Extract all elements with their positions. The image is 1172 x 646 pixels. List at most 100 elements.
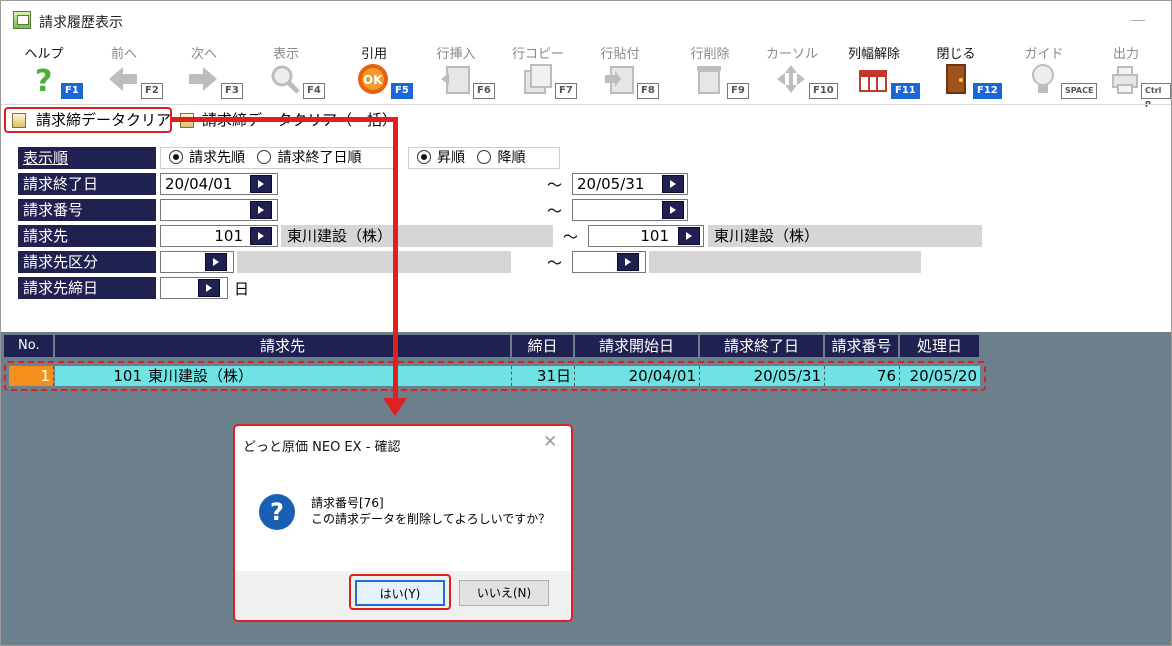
dialog-message-line1: 請求番号[76] <box>311 496 384 510</box>
reset-column-width-button[interactable]: 列幅解除 F11 <box>839 39 920 103</box>
app-icon <box>13 11 31 29</box>
f9-key: F9 <box>727 83 749 99</box>
division-from-search-button[interactable] <box>205 253 227 271</box>
cursor-button[interactable]: カーソル F10 <box>757 39 838 103</box>
view-button[interactable]: 表示 F4 <box>251 39 331 103</box>
copy-row-label: 行コピー <box>511 47 564 62</box>
copy-row-button[interactable]: 行コピー F7 <box>503 39 583 103</box>
f1-key: F1 <box>61 83 83 99</box>
cursor-label: カーソル <box>765 47 818 62</box>
order-option-desc[interactable]: 降順 <box>469 150 525 166</box>
prev-button[interactable]: 前へ F2 <box>89 39 169 103</box>
f8-key: F8 <box>637 83 659 99</box>
arrow-right-icon <box>189 67 217 91</box>
order-radio-group: 昇順 降順 <box>408 147 560 169</box>
cell-no[interactable]: 1 <box>9 366 54 386</box>
f5-key: F5 <box>391 83 413 99</box>
end-date-from-search-button[interactable] <box>250 175 272 193</box>
insert-row-label: 行挿入 <box>436 47 476 62</box>
cell-processed-date[interactable]: 20/05/20 <box>900 366 980 386</box>
dialog-message-line2: この請求データを削除してよろしいですか？ <box>311 512 551 526</box>
division-to-search-button[interactable] <box>617 253 639 271</box>
output-icon <box>1112 66 1138 94</box>
customer-from-search-button[interactable] <box>250 227 272 245</box>
guide-button[interactable]: ガイド SPACE <box>1009 39 1098 103</box>
delete-row-button[interactable]: 行削除 F9 <box>675 39 755 103</box>
f6-key: F6 <box>473 83 495 99</box>
header-number[interactable]: 請求番号 <box>825 335 899 357</box>
range-tilde: ～ <box>563 228 579 246</box>
cell-customer-code[interactable]: 101 <box>55 366 145 386</box>
end-date-to-search-button[interactable] <box>662 175 684 193</box>
close-icon[interactable]: ✕ <box>543 432 557 452</box>
help-label: ヘルプ <box>24 47 64 62</box>
quote-button[interactable]: 引用 OK F5 <box>339 39 419 103</box>
guide-label: ガイド <box>1024 47 1064 62</box>
next-label: 次へ <box>190 47 217 62</box>
output-label: 出力 <box>1112 47 1139 62</box>
customer-from-name: 東川建設（株） <box>281 225 553 247</box>
header-start-date[interactable]: 請求開始日 <box>575 335 699 357</box>
header-no[interactable]: No. <box>4 335 54 357</box>
f12-key: F12 <box>973 83 1002 99</box>
cell-number[interactable]: 76 <box>825 366 900 386</box>
next-button[interactable]: 次へ F3 <box>169 39 249 103</box>
header-customer[interactable]: 請求先 <box>55 335 511 357</box>
ok-icon: OK <box>358 64 388 94</box>
close-button[interactable]: 閉じる F12 <box>921 39 1002 103</box>
no-button[interactable]: いいえ(N) <box>459 580 549 606</box>
radio-icon <box>257 150 272 164</box>
header-processed-date[interactable]: 処理日 <box>900 335 980 357</box>
output-button[interactable]: 出力 Ctrl P <box>1091 39 1171 109</box>
number-label: 請求番号 <box>18 199 156 221</box>
closing-day-unit: 日 <box>234 280 250 298</box>
document-icon <box>12 113 26 128</box>
range-tilde: ～ <box>547 254 563 272</box>
cell-end-date[interactable]: 20/05/31 <box>700 366 825 386</box>
number-to-search-button[interactable] <box>662 201 684 219</box>
cell-closing-day[interactable]: 31日 <box>512 366 575 386</box>
clear-label: 請求締データクリア <box>36 111 172 129</box>
svg-text:?: ? <box>35 64 52 95</box>
header-closing-day[interactable]: 締日 <box>512 335 574 357</box>
closing-day-search-button[interactable] <box>198 279 220 297</box>
svg-text:OK: OK <box>363 73 383 87</box>
range-tilde: ～ <box>547 202 563 220</box>
customer-division-label: 請求先区分 <box>18 251 156 273</box>
clear-button[interactable]: 請求締データクリア <box>4 107 172 133</box>
sort-option-customer[interactable]: 請求先順 <box>161 150 245 166</box>
title-bar: 請求履歴表示 <box>1 1 1171 39</box>
arrow-left-icon <box>109 67 137 91</box>
help-button[interactable]: ヘルプ ? F1 <box>9 39 89 103</box>
prev-label: 前へ <box>110 47 137 62</box>
help-icon: ? <box>35 64 52 95</box>
minimize-icon[interactable] <box>1131 20 1145 21</box>
sort-option-end-date[interactable]: 請求終了日順 <box>249 150 361 166</box>
annotation-arrow-horizontal <box>172 117 398 122</box>
insert-row-icon <box>441 66 470 94</box>
paste-row-button[interactable]: 行貼付 F8 <box>585 39 665 103</box>
header-end-date[interactable]: 請求終了日 <box>700 335 824 357</box>
sort-option-customer-label: 請求先順 <box>189 150 245 166</box>
annotation-arrow-head <box>383 398 407 416</box>
view-label: 表示 <box>272 47 299 62</box>
cell-customer-name[interactable]: 東川建設（株） <box>145 366 512 386</box>
number-from-search-button[interactable] <box>250 201 272 219</box>
insert-row-button[interactable]: 行挿入 F6 <box>421 39 501 103</box>
cursor-icon <box>777 65 805 93</box>
customer-to-search-button[interactable] <box>678 227 700 245</box>
radio-icon <box>477 150 492 164</box>
ctrl-p-key: Ctrl P <box>1141 83 1171 109</box>
yes-button[interactable]: はい(Y) <box>355 580 445 606</box>
cell-start-date[interactable]: 20/04/01 <box>575 366 700 386</box>
division-to-name <box>649 251 921 273</box>
radio-selected-icon <box>417 150 431 164</box>
radio-selected-icon <box>169 150 183 164</box>
close-label: 閉じる <box>936 47 976 62</box>
order-option-asc[interactable]: 昇順 <box>409 150 465 166</box>
paste-row-icon <box>605 66 634 94</box>
annotation-arrow-vertical <box>393 117 398 400</box>
closing-day-label: 請求先締日 <box>18 277 156 299</box>
customer-label: 請求先 <box>18 225 156 247</box>
window-title: 請求履歴表示 <box>39 15 123 31</box>
